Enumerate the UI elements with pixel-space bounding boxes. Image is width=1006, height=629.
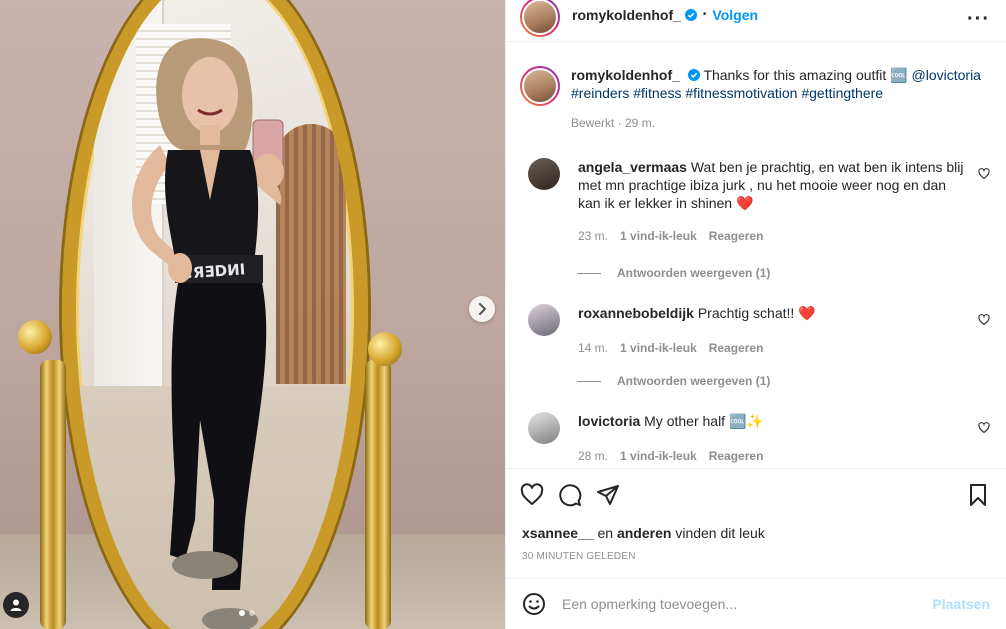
replies-divider bbox=[577, 272, 601, 274]
follow-button[interactable]: Volgen bbox=[712, 7, 758, 23]
carousel-dot bbox=[249, 610, 255, 616]
comment-username[interactable]: roxannebobeldijk bbox=[578, 305, 694, 321]
post-side-panel: romykoldenhof_ • Volgen ··· romykoldenho… bbox=[505, 0, 1006, 629]
comment-avatar[interactable] bbox=[528, 412, 560, 444]
likes-others-link[interactable]: anderen bbox=[617, 525, 671, 541]
view-replies-label: Antwoorden weergeven (1) bbox=[617, 266, 771, 280]
carousel-indicator bbox=[239, 610, 255, 616]
stand-left bbox=[40, 360, 66, 629]
comment-username[interactable]: angela_vermaas bbox=[578, 159, 687, 175]
caption-hashtags[interactable]: #reinders #fitness #fitnessmotivation #g… bbox=[571, 85, 883, 101]
comment-item: lovictoria My other half 🆒✨ 28 m. 1 vind… bbox=[528, 412, 998, 465]
share-icon[interactable] bbox=[596, 483, 620, 507]
comment-like-icon[interactable] bbox=[978, 314, 990, 326]
like-icon[interactable] bbox=[520, 483, 544, 507]
verified-badge-icon bbox=[687, 69, 700, 81]
comment-text: Prachtig schat!! ❤️ bbox=[697, 305, 816, 321]
caption-mention-link[interactable]: @lovictoria bbox=[912, 67, 981, 83]
bookmark-icon[interactable] bbox=[966, 483, 990, 507]
comment-likes[interactable]: 1 vind-ik-leuk bbox=[620, 227, 697, 245]
post-image[interactable]: ƧЯƎDИI bbox=[0, 0, 505, 629]
more-options-icon[interactable]: ··· bbox=[967, 8, 990, 31]
comment-likes[interactable]: 1 vind-ik-leuk bbox=[620, 339, 697, 357]
caption-avatar[interactable] bbox=[520, 66, 560, 106]
knob-right bbox=[368, 332, 402, 366]
post-timestamp: 30 MINUTEN GELEDEN bbox=[522, 551, 636, 562]
carousel-dot-active bbox=[239, 610, 245, 616]
author-avatar[interactable] bbox=[520, 0, 560, 37]
comment-like-icon[interactable] bbox=[978, 168, 990, 180]
view-replies-button[interactable]: Antwoorden weergeven (1) bbox=[577, 374, 770, 388]
caption-meta: Bewerkt · 29 m. bbox=[571, 116, 656, 130]
comment-like-icon[interactable] bbox=[978, 422, 990, 434]
knob-left bbox=[18, 320, 52, 354]
caption-username[interactable]: romykoldenhof_ bbox=[571, 67, 680, 83]
stand-right bbox=[365, 360, 391, 629]
post-header: romykoldenhof_ • Volgen ··· bbox=[506, 0, 1006, 42]
comment-username[interactable]: lovictoria bbox=[578, 413, 640, 429]
likes-summary: xsannee__ en anderen vinden dit leuk bbox=[522, 525, 765, 541]
caption-text: Thanks for this amazing outfit 🆒 bbox=[703, 67, 908, 83]
comment-item: roxannebobeldijk Prachtig schat!! ❤️ 14 … bbox=[528, 304, 998, 357]
likes-user-link[interactable]: xsannee__ bbox=[522, 525, 594, 541]
comment-reply-button[interactable]: Reageren bbox=[709, 447, 764, 465]
view-replies-label: Antwoorden weergeven (1) bbox=[617, 374, 771, 388]
likes-suffix: vinden dit leuk bbox=[671, 525, 765, 541]
person-figure: ƧЯƎDИI bbox=[131, 38, 284, 629]
user-icon bbox=[10, 599, 22, 611]
comment-likes[interactable]: 1 vind-ik-leuk bbox=[620, 447, 697, 465]
comment-reply-button[interactable]: Reageren bbox=[709, 339, 764, 357]
post-actions: xsannee__ en anderen vinden dit leuk 30 … bbox=[506, 468, 1006, 578]
separator-dot: • bbox=[702, 9, 707, 20]
comment-time: 14 m. bbox=[578, 341, 609, 355]
comment-text: My other half 🆒✨ bbox=[644, 413, 764, 429]
comment-icon[interactable] bbox=[558, 483, 582, 507]
view-replies-button[interactable]: Antwoorden weergeven (1) bbox=[577, 266, 770, 280]
author-username[interactable]: romykoldenhof_ bbox=[572, 7, 681, 23]
post-caption: romykoldenhof_ Thanks for this amazing o… bbox=[520, 66, 1000, 132]
comment-avatar[interactable] bbox=[528, 304, 560, 336]
tagged-users-button[interactable] bbox=[3, 592, 29, 618]
replies-divider bbox=[577, 380, 601, 382]
likes-connector: en bbox=[593, 525, 617, 541]
verified-badge-icon bbox=[684, 8, 697, 21]
comment-time: 23 m. bbox=[578, 229, 609, 243]
comment-item: angela_vermaas Wat ben je prachtig, en w… bbox=[528, 158, 998, 245]
comment-avatar[interactable] bbox=[528, 158, 560, 190]
add-comment-bar: Plaatsen bbox=[506, 578, 1006, 629]
chevron-right-icon bbox=[479, 303, 486, 315]
comment-input[interactable] bbox=[562, 596, 933, 612]
carousel-next-button[interactable] bbox=[469, 296, 495, 322]
comment-time: 28 m. bbox=[578, 449, 609, 463]
comment-reply-button[interactable]: Reageren bbox=[709, 227, 764, 245]
emoji-icon[interactable] bbox=[522, 592, 546, 616]
post-comment-button[interactable]: Plaatsen bbox=[932, 596, 990, 612]
